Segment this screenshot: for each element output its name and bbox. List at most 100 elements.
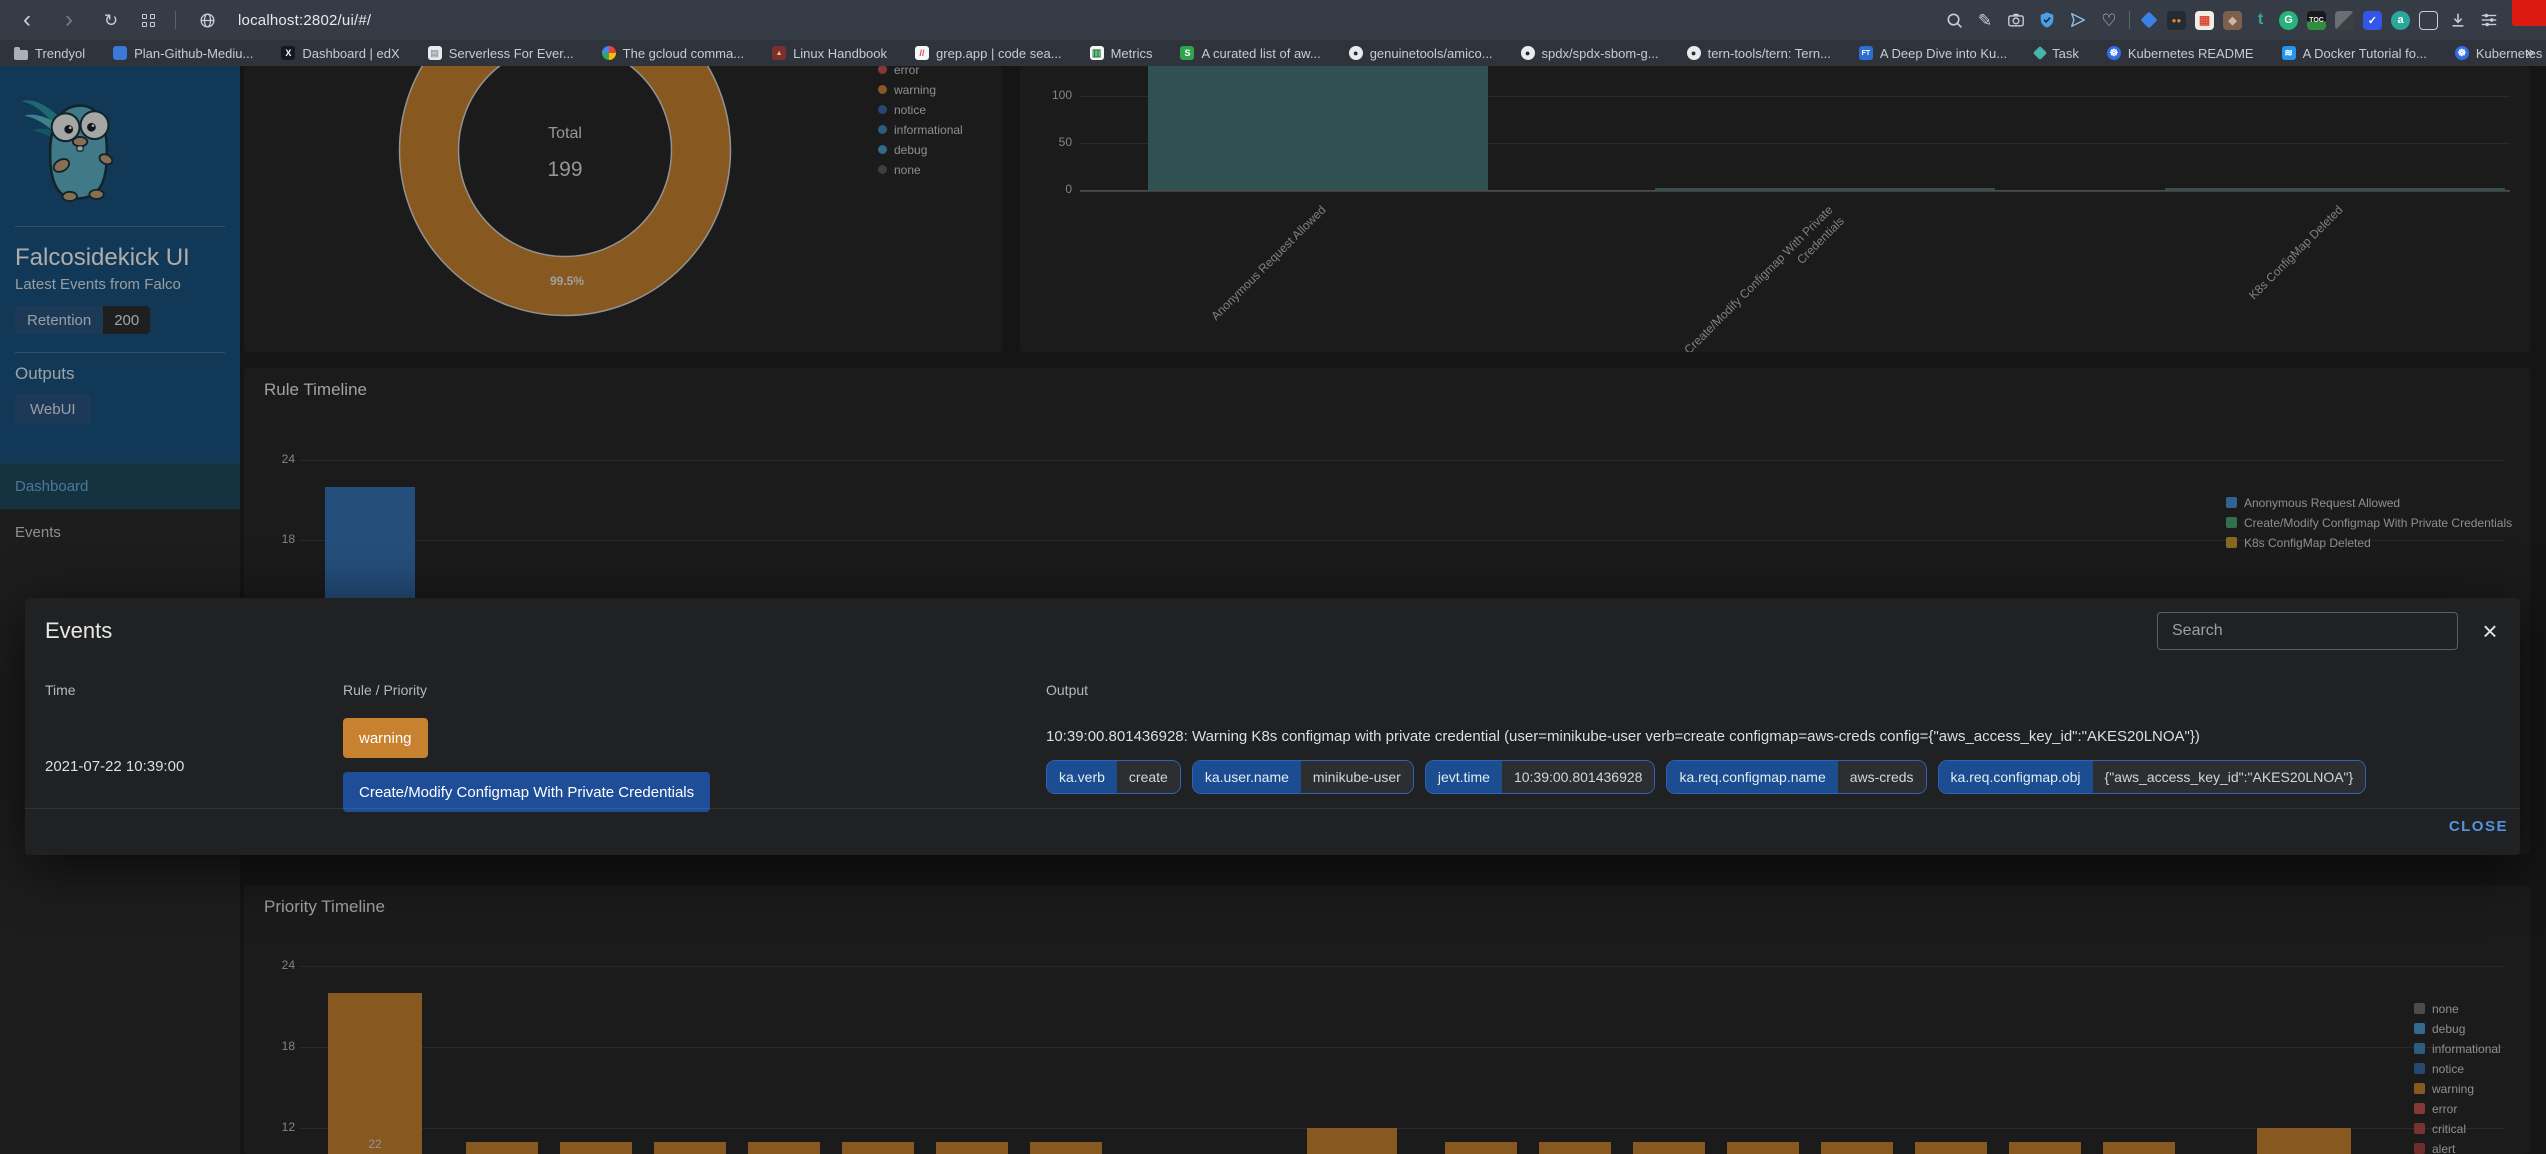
bookmark-item[interactable]: ▲ Linux Handbook	[772, 46, 887, 61]
bookmark-label: Linux Handbook	[793, 45, 888, 61]
bookmark-item[interactable]: ≋ A Docker Tutorial fo...	[2281, 45, 2427, 61]
bookmark-favicon-icon	[2033, 45, 2048, 61]
bookmark-label: Dashboard | edX	[302, 45, 400, 61]
close-button[interactable]: CLOSE	[2449, 818, 2508, 835]
bookmark-label: Kubernetes News	[2475, 45, 2546, 61]
bookmark-label: Task	[2052, 45, 2079, 61]
close-icon[interactable]: ×	[2473, 614, 2507, 648]
bookmark-label: grep.app | code sea...	[936, 45, 1062, 61]
event-rule-chip[interactable]: Create/Modify Configmap With Private Cre…	[343, 772, 711, 812]
tag-value: 10:39:00.801436928	[1501, 761, 1655, 793]
event-tag-chip[interactable]: ka.req.configmap.name aws-creds	[1666, 760, 1927, 794]
event-priority-chip[interactable]: warning	[343, 718, 428, 758]
bookmark-label: The gcloud comma...	[622, 45, 745, 61]
bookmark-favicon-icon: X	[281, 46, 296, 60]
bookmark-item[interactable]: X Dashboard | edX	[281, 45, 400, 61]
bookmark-item[interactable]: ▥ Metrics	[1089, 45, 1153, 61]
column-header-time: Time	[45, 682, 76, 698]
bookmark-label: Trendyol	[35, 45, 86, 61]
address-bar[interactable]: localhost:2802/ui/#/	[238, 12, 371, 29]
search-icon[interactable]	[1943, 9, 1965, 31]
extension-t-icon[interactable]: t	[2251, 11, 2270, 30]
tab-tiling-icon[interactable]	[142, 13, 155, 27]
tag-value: {"aws_access_key_id":"AKES20LNOA"}	[2092, 761, 2366, 793]
bookmark-favicon-icon: ☸	[2454, 46, 2469, 60]
bookmarks-overflow-icon[interactable]: »	[2525, 44, 2534, 62]
bookmark-item[interactable]: ● tern-tools/tern: Tern...	[1686, 45, 1831, 61]
forward-icon[interactable]: ›	[58, 8, 80, 32]
bookmark-label: Plan-Github-Mediu...	[134, 45, 254, 61]
site-globe-icon[interactable]	[196, 9, 218, 31]
bookmark-item[interactable]: ▤ Serverless For Ever...	[427, 46, 574, 61]
bookmarks-bar: Trendyol Plan-Github-Mediu... X Dashboard |…	[0, 40, 2546, 66]
bookmark-label: Metrics	[1110, 45, 1153, 61]
bookmark-favicon-icon	[113, 46, 128, 60]
bookmark-item[interactable]: S A curated list of aw...	[1180, 45, 1321, 61]
send-icon[interactable]	[2067, 9, 2089, 31]
settings-sliders-icon[interactable]	[2478, 9, 2500, 31]
bookmark-label: A Docker Tutorial fo...	[2302, 45, 2427, 61]
bookmark-item[interactable]: The gcloud comma...	[601, 45, 745, 61]
bookmark-label: tern-tools/tern: Tern...	[1707, 45, 1831, 61]
extension-check-icon[interactable]: ✓	[2363, 10, 2382, 30]
heart-icon[interactable]: ♡	[2098, 9, 2120, 31]
bookmark-item[interactable]: Task	[2033, 45, 2079, 61]
bookmark-label: spdx/spdx-sbom-g...	[1541, 45, 1659, 61]
tag-key: ka.req.configmap.name	[1667, 761, 1838, 793]
bookmark-favicon-icon	[601, 46, 616, 60]
bookmarks-list: Trendyol Plan-Github-Mediu... X Dashboard |…	[14, 46, 2546, 61]
browser-window: ‹ › ↻ localhost:2802/ui/#/ ✎ ♡ ●● ▦ ◆ t …	[0, 0, 2546, 1154]
column-header-rule-priority: Rule / Priority	[343, 682, 428, 698]
shield-icon[interactable]	[2036, 9, 2058, 31]
bookmark-item[interactable]: Trendyol	[14, 46, 85, 61]
extension-toc-icon[interactable]: TOC	[2307, 10, 2326, 30]
extension-a-icon[interactable]: a	[2391, 10, 2410, 30]
bookmark-favicon-icon: ▲	[772, 46, 787, 60]
bookmark-item[interactable]: FT A Deep Dive into Ku...	[1858, 45, 2008, 61]
bookmark-label: A Deep Dive into Ku...	[1879, 45, 2008, 61]
event-tag-chip[interactable]: ka.req.configmap.obj {"aws_access_key_id"…	[1937, 760, 2367, 794]
bookmark-item[interactable]: ● genuinetools/amico...	[1348, 45, 1493, 61]
extension-cube-icon[interactable]: ◆	[2223, 10, 2242, 30]
toolbar-extensions: ✎ ♡ ●● ▦ ◆ t G TOC ✓ a	[1943, 0, 2500, 40]
bookmark-item[interactable]: Plan-Github-Mediu...	[113, 46, 253, 61]
bookmark-item[interactable]: ● spdx/spdx-sbom-g...	[1520, 45, 1659, 61]
toolbar-separator	[2129, 11, 2130, 29]
bookmark-item[interactable]: ☸ Kubernetes README	[2106, 45, 2254, 61]
extension-darkcube-icon[interactable]	[2335, 10, 2354, 30]
bookmark-favicon-icon: S	[1180, 46, 1195, 60]
tag-key: jevt.time	[1425, 761, 1502, 793]
bookmark-favicon-icon: ●	[1520, 46, 1535, 60]
download-icon[interactable]	[2447, 9, 2469, 31]
extension-grammarly-icon[interactable]: G	[2279, 10, 2298, 30]
event-tag-chip[interactable]: ka.user.name minikube-user	[1191, 760, 1414, 794]
edit-icon[interactable]: ✎	[1974, 9, 1996, 31]
camera-icon[interactable]	[2005, 9, 2027, 31]
tag-value: create	[1116, 761, 1180, 793]
tag-key: ka.req.configmap.obj	[1938, 761, 2093, 793]
events-dialog: Events × Time Rule / Priority Output 202…	[25, 598, 2520, 855]
dialog-divider	[25, 808, 2520, 809]
bookmark-favicon-icon: ●	[1348, 46, 1363, 60]
extension-sitemap-icon[interactable]: ▦	[2195, 10, 2214, 30]
event-tag-chip[interactable]: jevt.time 10:39:00.801436928	[1424, 760, 1656, 794]
bookmark-label: A curated list of aw...	[1201, 45, 1321, 61]
search-input[interactable]	[2157, 612, 2458, 650]
extension-wireframe-cube-icon[interactable]	[2419, 10, 2438, 30]
extension-gem-icon[interactable]	[2139, 11, 2158, 30]
extension-owl-icon[interactable]: ●●	[2167, 10, 2186, 30]
event-tag-chip[interactable]: ka.verb create	[1046, 760, 1181, 794]
bookmark-favicon-icon: ▥	[1089, 46, 1104, 60]
browser-toolbar: ‹ › ↻ localhost:2802/ui/#/ ✎ ♡ ●● ▦ ◆ t …	[0, 0, 2546, 40]
events-dialog-title: Events	[45, 618, 113, 643]
reload-icon[interactable]: ↻	[100, 9, 122, 31]
bookmark-item[interactable]: // grep.app | code sea...	[915, 46, 1062, 61]
event-time: 2021-07-22 10:39:00	[45, 758, 185, 775]
bookmark-label: Kubernetes README	[2127, 45, 2254, 61]
bookmark-label: genuinetools/amico...	[1369, 45, 1493, 61]
bookmark-favicon-icon: ▤	[427, 46, 442, 60]
bookmark-favicon-icon: //	[915, 46, 930, 60]
bookmark-favicon-icon	[14, 46, 28, 60]
bookmark-favicon-icon: ☸	[2106, 46, 2121, 60]
back-icon[interactable]: ‹	[16, 8, 38, 32]
